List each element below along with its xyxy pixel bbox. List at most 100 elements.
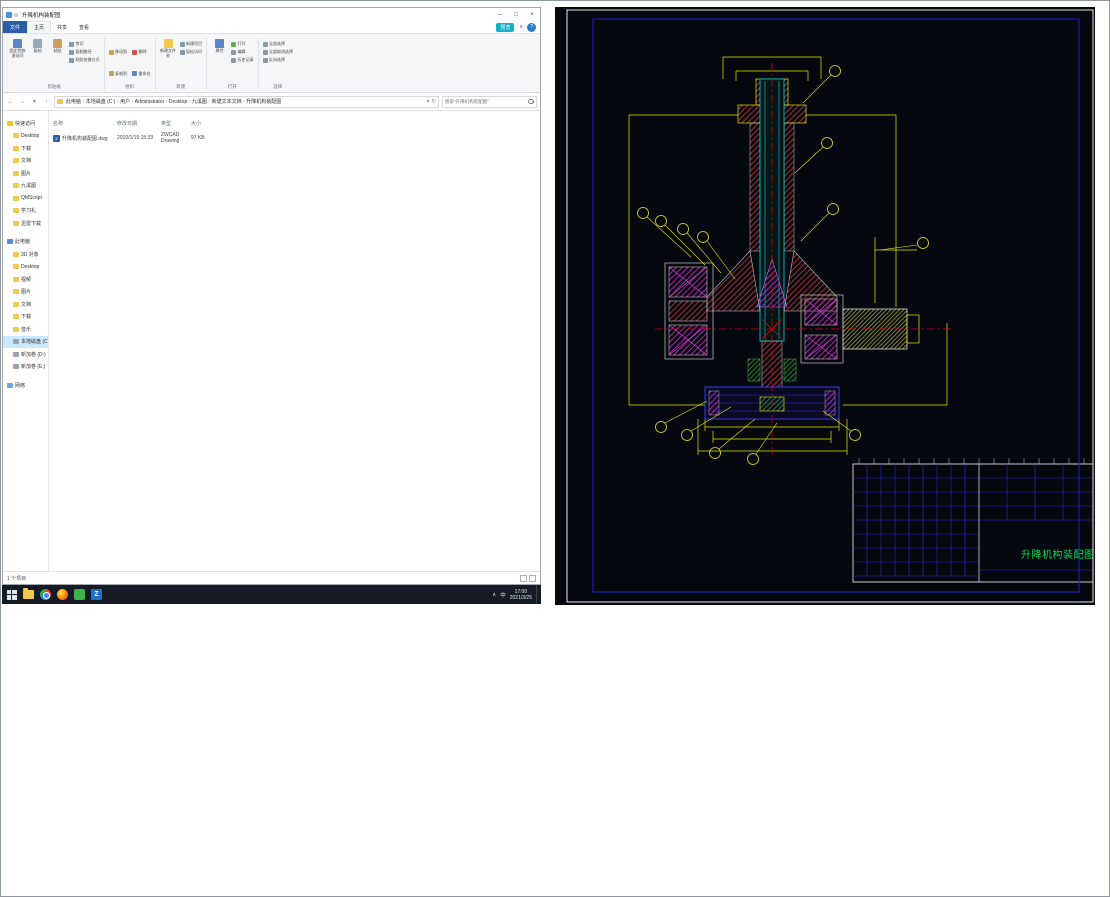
breadcrumb-segment[interactable]: 用户 bbox=[119, 98, 131, 105]
group-label-clipboard: 剪贴板 bbox=[5, 83, 104, 92]
breadcrumb[interactable]: 此电脑› 本地磁盘 (C:)› 用户› Administrator› Deskt… bbox=[54, 96, 439, 108]
button-label: 固定到快速访问 bbox=[9, 49, 26, 58]
table-row[interactable]: Z 升降机构装配图.dwg 2010/1/15 15:33 ZWCAD Draw… bbox=[53, 132, 540, 144]
folder-icon bbox=[13, 327, 19, 332]
breadcrumb-segment[interactable]: 升降机构装配图 bbox=[245, 98, 282, 105]
paste-icon bbox=[53, 39, 62, 48]
show-desktop-button[interactable] bbox=[536, 585, 538, 604]
folder-icon bbox=[13, 252, 19, 257]
sidebar-item-pc-desktop[interactable]: Desktop bbox=[3, 261, 48, 274]
thumbnails-view-icon[interactable] bbox=[529, 575, 536, 582]
tab-home[interactable]: 主页 bbox=[27, 21, 51, 33]
move-to-button[interactable]: 移动到 bbox=[109, 43, 128, 62]
search-box[interactable] bbox=[442, 96, 537, 108]
taskbar-file-explorer[interactable] bbox=[22, 588, 35, 601]
sidebar-item-new-volume-e[interactable]: 新加卷 (E:) bbox=[3, 361, 48, 374]
file-size: 97 KB bbox=[191, 135, 217, 141]
sidebar-item-music[interactable]: 音乐 bbox=[3, 323, 48, 336]
copy-path-icon bbox=[69, 50, 74, 55]
taskbar-wechat[interactable] bbox=[73, 588, 86, 601]
tab-view[interactable]: 查看 bbox=[73, 21, 95, 33]
cut-button[interactable]: 剪切 bbox=[69, 41, 100, 47]
up-button[interactable]: ↑ bbox=[42, 99, 51, 105]
tab-file[interactable]: 文件 bbox=[3, 21, 27, 33]
sidebar-item-pc-downloads[interactable]: 下载 bbox=[3, 311, 48, 324]
history-button[interactable]: 历史记录 bbox=[231, 57, 254, 63]
sidebar-item-this-pc[interactable]: 此电脑 bbox=[3, 236, 48, 249]
open-icon bbox=[231, 42, 236, 47]
refresh-icon[interactable]: ↻ bbox=[431, 99, 436, 105]
paste-shortcut-button[interactable]: 粘贴快捷方式 bbox=[69, 57, 100, 63]
properties-icon bbox=[215, 39, 224, 48]
copy-button[interactable]: 复制 bbox=[29, 37, 46, 83]
sidebar-item-jiuxitu[interactable]: 九溪图 bbox=[3, 180, 48, 193]
sidebar-item-quick-access[interactable]: 快速访问 bbox=[3, 117, 48, 130]
breadcrumb-segment[interactable]: 新建文本文档 bbox=[211, 98, 243, 105]
sidebar-item-desktop[interactable]: Desktop bbox=[3, 130, 48, 143]
maximize-button[interactable]: □ bbox=[508, 8, 524, 21]
taskbar-zwcad[interactable]: Z bbox=[90, 588, 103, 601]
column-header-date[interactable]: 修改日期 bbox=[117, 120, 161, 127]
folder-icon bbox=[13, 314, 19, 319]
easy-access-button[interactable]: 轻松访问 bbox=[180, 49, 203, 55]
sidebar-item-qmscript[interactable]: QMScript bbox=[3, 192, 48, 205]
select-none-button[interactable]: 全部取消选择 bbox=[263, 49, 294, 55]
address-dropdown-icon[interactable]: ▾ bbox=[427, 99, 430, 105]
minimize-button[interactable]: ─ bbox=[492, 8, 508, 21]
invert-selection-button[interactable]: 反向选择 bbox=[263, 57, 294, 63]
clock[interactable]: 17:00 2021/3/25 bbox=[510, 589, 532, 601]
tray-chevron-icon[interactable]: ∧ bbox=[492, 592, 496, 598]
ime-indicator[interactable]: 中 bbox=[500, 591, 506, 599]
sidebar-item-videos[interactable]: 视频 bbox=[3, 273, 48, 286]
sidebar-item-pc-pictures[interactable]: 图片 bbox=[3, 286, 48, 299]
sidebar-item-thunder-downloads[interactable]: 迅雷下载 bbox=[3, 217, 48, 230]
sidebar-item-local-disk-c[interactable]: 本地磁盘 (C:) bbox=[3, 336, 48, 349]
breadcrumb-segment[interactable]: 本地磁盘 (C:) bbox=[85, 98, 117, 105]
sidebar-item-downloads[interactable]: 下载 bbox=[3, 142, 48, 155]
edit-button[interactable]: 编辑 bbox=[231, 49, 254, 55]
taskbar-firefox[interactable] bbox=[56, 588, 69, 601]
breadcrumb-segment[interactable]: Desktop bbox=[168, 99, 188, 105]
new-folder-button[interactable]: 新建文件夹 bbox=[160, 37, 177, 83]
delete-button[interactable]: 删除 bbox=[132, 43, 151, 62]
group-label-select: 选择 bbox=[259, 83, 298, 92]
properties-button[interactable]: 属性 bbox=[211, 37, 228, 83]
breadcrumb-segment[interactable]: 九溪图 bbox=[191, 98, 208, 105]
sidebar-item-network[interactable]: 网络 bbox=[3, 379, 48, 392]
sidebar-item-pictures[interactable]: 图片 bbox=[3, 167, 48, 180]
taskbar-chrome[interactable] bbox=[39, 588, 52, 601]
recent-dropdown-icon[interactable]: ▾ bbox=[30, 98, 39, 105]
tab-share[interactable]: 共享 bbox=[51, 21, 73, 33]
preview-badge[interactable]: 预览 bbox=[496, 23, 514, 32]
start-button[interactable] bbox=[5, 588, 18, 601]
collapse-ribbon-icon[interactable]: ∧ bbox=[519, 24, 523, 30]
new-item-icon bbox=[180, 42, 185, 47]
details-view-icon[interactable] bbox=[520, 575, 527, 582]
qat-dropdown-icon[interactable] bbox=[14, 13, 18, 17]
sidebar-item-3d-objects[interactable]: 3D 对象 bbox=[3, 248, 48, 261]
copy-to-button[interactable]: 复制到 bbox=[109, 65, 128, 84]
breadcrumb-segment[interactable]: 此电脑 bbox=[65, 98, 82, 105]
forward-button[interactable]: → bbox=[18, 99, 27, 105]
column-header-name[interactable]: 名称 bbox=[53, 120, 117, 127]
close-button[interactable]: × bbox=[524, 8, 540, 21]
select-all-button[interactable]: 全部选择 bbox=[263, 41, 294, 47]
new-item-button[interactable]: 新建项目 bbox=[180, 41, 203, 47]
help-icon[interactable]: ? bbox=[527, 23, 536, 32]
breadcrumb-segment[interactable]: Administrator bbox=[134, 99, 165, 105]
sidebar-item-documents[interactable]: 文档 bbox=[3, 155, 48, 168]
open-button[interactable]: 打开 bbox=[231, 41, 254, 47]
zwcad-icon: Z bbox=[91, 589, 102, 600]
copy-path-button[interactable]: 复制路径 bbox=[69, 49, 100, 55]
column-header-size[interactable]: 大小 bbox=[191, 120, 217, 127]
paste-button[interactable]: 粘贴 bbox=[49, 37, 66, 83]
folder-icon bbox=[23, 590, 34, 599]
search-input[interactable] bbox=[445, 99, 528, 104]
sidebar-item-xuexili[interactable]: 学习礼 bbox=[3, 205, 48, 218]
sidebar-item-new-volume-d[interactable]: 新加卷 (D:) bbox=[3, 348, 48, 361]
rename-button[interactable]: 重命名 bbox=[132, 65, 151, 84]
column-header-type[interactable]: 类型 bbox=[161, 120, 191, 127]
pin-quick-access-button[interactable]: 固定到快速访问 bbox=[9, 37, 26, 83]
back-button[interactable]: ← bbox=[6, 99, 15, 105]
sidebar-item-pc-documents[interactable]: 文档 bbox=[3, 298, 48, 311]
